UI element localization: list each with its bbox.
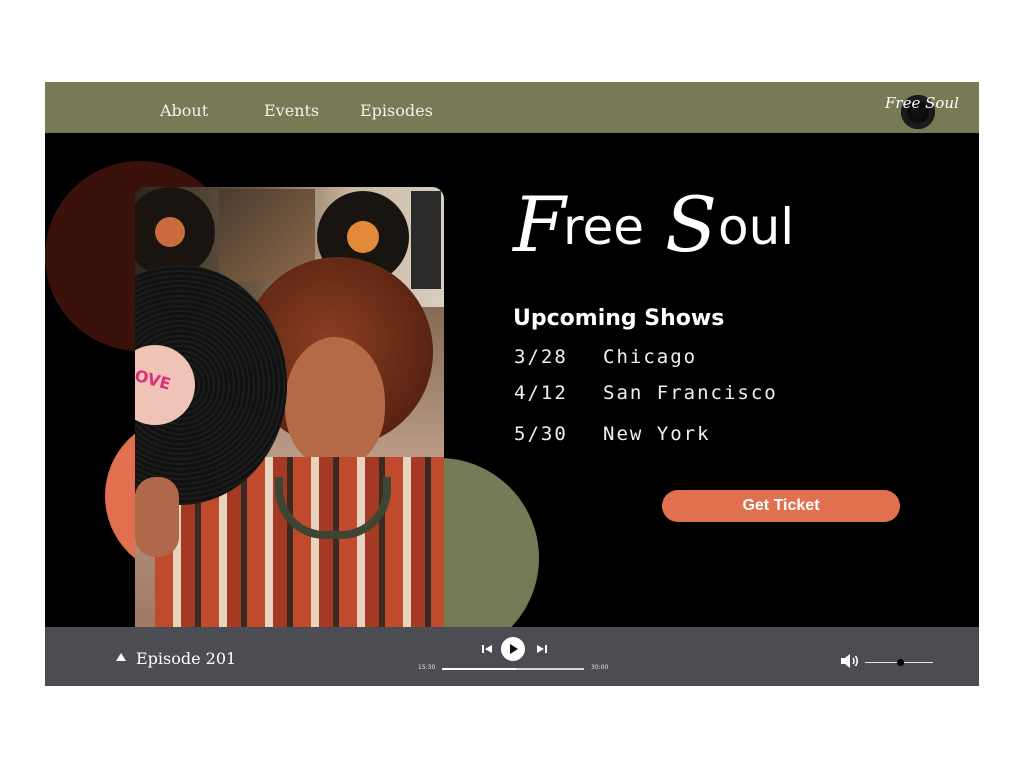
- brand-title: F ree S oul: [513, 180, 833, 290]
- site-logo[interactable]: Free Soul: [883, 90, 977, 130]
- show-city: Chicago: [603, 346, 698, 368]
- person-hand: [135, 477, 179, 557]
- brand-text-oul: oul: [718, 198, 795, 256]
- progress-bar-fill: [442, 668, 516, 670]
- nav-episodes-link[interactable]: Episodes: [360, 101, 433, 120]
- volume-slider[interactable]: [865, 659, 933, 666]
- hero-photo: LOVE: [135, 187, 444, 627]
- brand-text-ree: ree: [563, 198, 644, 256]
- show-date: 3/28: [514, 346, 568, 368]
- current-time: 15:30: [418, 664, 436, 671]
- show-city: New York: [603, 423, 711, 445]
- skip-previous-icon[interactable]: [481, 643, 493, 655]
- volume-icon[interactable]: [840, 653, 860, 669]
- play-button[interactable]: [501, 637, 525, 661]
- volume-slider-handle[interactable]: [897, 659, 905, 666]
- get-ticket-button[interactable]: Get Ticket: [662, 490, 900, 522]
- skip-next-icon[interactable]: [536, 643, 548, 655]
- episode-title: Episode 201: [136, 649, 237, 668]
- show-city: San Francisco: [603, 382, 778, 404]
- show-item: 5/30 New York: [514, 423, 711, 445]
- play-icon: [510, 644, 518, 654]
- top-navigation: About Events Episodes Free Soul: [45, 82, 979, 133]
- show-item: 3/28 Chicago: [514, 346, 697, 368]
- person-face: [285, 337, 385, 467]
- show-date: 5/30: [514, 423, 568, 445]
- chevron-up-icon[interactable]: [116, 653, 126, 661]
- nav-events-link[interactable]: Events: [264, 101, 319, 120]
- show-item: 4/12 San Francisco: [514, 382, 778, 404]
- record-label: LOVE: [135, 345, 195, 425]
- progress-bar[interactable]: [442, 668, 584, 670]
- upcoming-shows-heading: Upcoming Shows: [513, 306, 725, 331]
- brand-letter-f: F: [513, 180, 566, 269]
- show-date: 4/12: [514, 382, 568, 404]
- wall-poster-edge: [411, 191, 441, 289]
- record-label-text: LOVE: [135, 363, 173, 394]
- landing-page: About Events Episodes Free Soul LOVE F r…: [45, 82, 979, 686]
- total-time: 30:00: [591, 664, 609, 671]
- audio-player-bar: Episode 201 15:30 30:00: [45, 627, 979, 686]
- brand-letter-s: S: [665, 180, 718, 269]
- logo-text: Free Soul: [885, 94, 959, 112]
- nav-about-link[interactable]: About: [160, 101, 208, 120]
